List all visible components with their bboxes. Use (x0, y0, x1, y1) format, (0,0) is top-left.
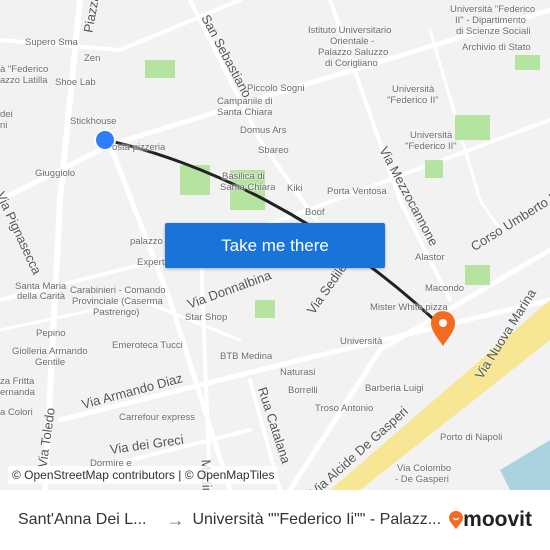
moovit-pin-icon (449, 511, 464, 529)
map-label: ernanda (0, 387, 35, 398)
map-label: Porto di Napoli (440, 432, 503, 443)
map-label: Alastor (415, 252, 445, 263)
map-label: Archivio di Stato (462, 42, 531, 53)
map-label: Santa Chiara (217, 107, 273, 118)
map-label: Pastrengo) (93, 307, 140, 318)
origin-name: Sant'Anna Dei L... (18, 511, 147, 528)
map-label: Expert (137, 257, 165, 268)
take-me-there-button[interactable]: Take me there (165, 223, 385, 268)
map-label: Shoe Lab (55, 77, 96, 88)
arrow-right-icon: → (166, 509, 185, 530)
footer: Sant'Anna Dei L... → Università ""Federi… (0, 490, 550, 550)
map-label: Carrefour express (119, 412, 196, 423)
map-label: Provinciale (Caserma (72, 296, 163, 307)
map-label: BTB Medina (220, 351, 273, 362)
map-label: Star Shop (185, 312, 228, 323)
map-label: za Fritta (0, 376, 35, 387)
map-label: Istituto Universitario (308, 25, 392, 36)
map-label: "Federico II" (405, 141, 457, 152)
destination-name: Università ""Federico Ii"" - Palazz... (192, 511, 442, 528)
map-label: azzo Latilla (0, 75, 48, 86)
map-label: Giolleria Armando (12, 346, 88, 357)
map-label: Università (340, 336, 383, 347)
map-label: Naturasi (280, 367, 316, 378)
map-label: osta pizzeria (112, 142, 166, 153)
map-label: Università "Federico (450, 4, 536, 15)
map-label: Barberia Luigi (365, 383, 424, 394)
map-label: di Scienze Sociali (456, 26, 531, 37)
map-label: Gentile (35, 357, 66, 368)
map-label: II" - Dipartimento (455, 15, 526, 26)
map-label: ni (0, 120, 8, 131)
map-label: Supero Sma (25, 37, 78, 48)
map-label: della Carità (17, 291, 66, 302)
map-label: Via Colombo (397, 463, 452, 474)
map-label: Basilica di (222, 171, 265, 182)
brand-name: moovit (463, 508, 532, 531)
map-label: dei (0, 109, 13, 120)
map-label: Troso Antonio (315, 403, 374, 414)
map-label: Zen (84, 53, 101, 64)
map-label: Stickhouse (70, 116, 117, 127)
map-label: Università (410, 130, 453, 141)
map-label: à "Federico (0, 64, 49, 75)
map-label: Boof (305, 207, 325, 218)
map-label: Università (392, 84, 435, 95)
map-label: Piccolo Sogni (247, 83, 305, 94)
map-label: Sbareo (258, 145, 289, 156)
map-label: Kiki (287, 183, 303, 194)
map-label: Borrelli (288, 385, 318, 396)
map-label: Domus Ars (240, 125, 287, 136)
map-label: Orientale - (330, 36, 375, 47)
map-label: Emeroteca Tucci (112, 340, 183, 351)
map-label: Giuggiolo (35, 168, 76, 179)
map-label: di Corigliano (325, 58, 378, 69)
map-label: Macondo (425, 283, 465, 294)
map-label: - De Gasperi (395, 474, 449, 485)
map-label: "Federico II" (387, 95, 439, 106)
map-attribution[interactable]: © OpenStreetMap contributors | © OpenMap… (8, 466, 279, 484)
map-label: Pepino (36, 328, 66, 339)
moovit-logo: moovit (449, 508, 532, 532)
map-label: Carabinieri - Comando (70, 285, 166, 296)
map-label: a Colori (0, 407, 33, 418)
destination-marker (431, 311, 455, 346)
map[interactable]: Supero Sma Zen à "Federico azzo Latilla … (0, 0, 550, 490)
map-label: Porta Ventosa (327, 186, 387, 197)
map-label: Palazzo Saluzzo (318, 47, 389, 58)
map-label: Santa Chiara (220, 182, 276, 193)
map-label: Mister White pizza (370, 302, 448, 313)
